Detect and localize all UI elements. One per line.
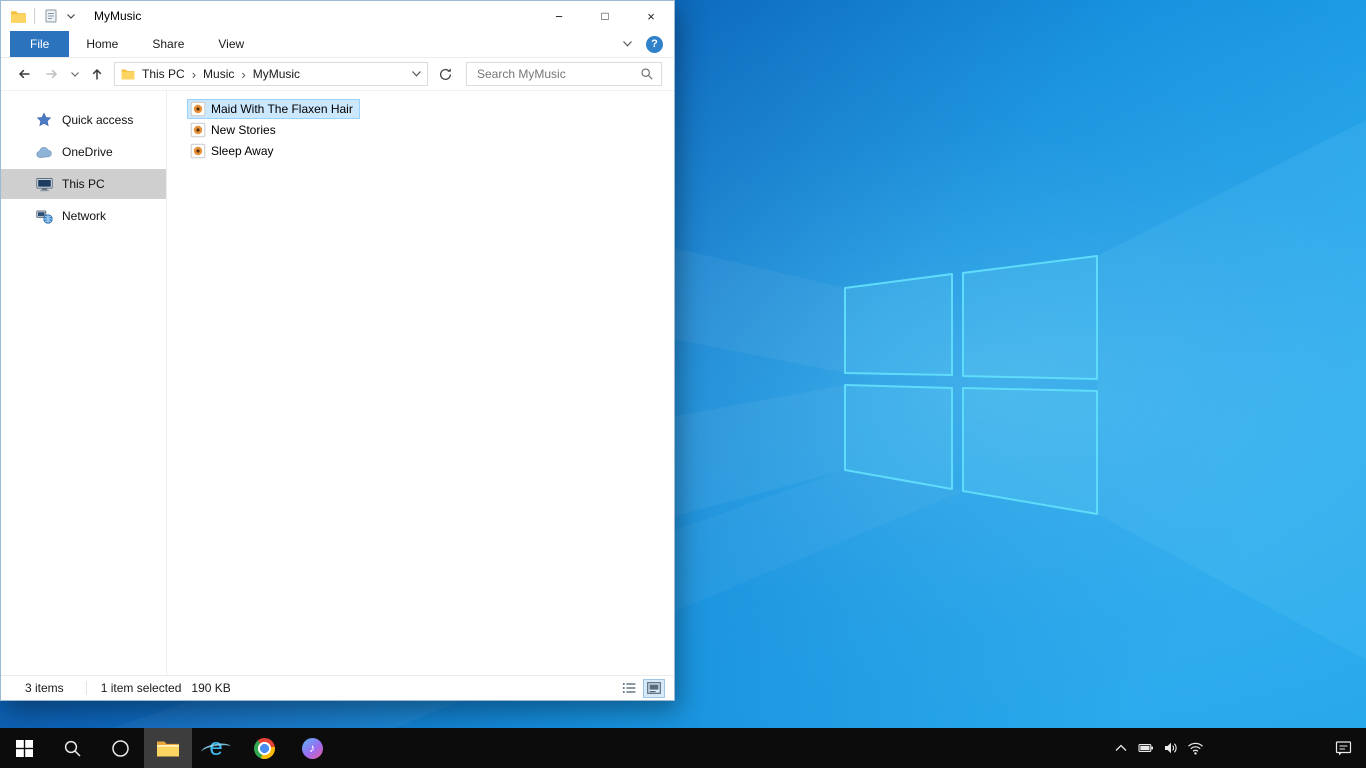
window-title: MyMusic: [94, 9, 142, 23]
internet-explorer-button[interactable]: e: [192, 728, 240, 768]
close-button[interactable]: ×: [628, 1, 674, 31]
file-item[interactable]: Sleep Away: [187, 141, 281, 161]
itunes-button[interactable]: ♪: [288, 728, 336, 768]
sidebar-item-network[interactable]: Network: [1, 201, 166, 231]
navigation-toolbar: This PC › Music › MyMusic: [1, 58, 674, 91]
breadcrumb-segment-mymusic[interactable]: MyMusic: [249, 67, 304, 81]
file-name: New Stories: [211, 123, 276, 137]
up-button[interactable]: [84, 61, 110, 87]
chrome-button[interactable]: [240, 728, 288, 768]
details-view-button[interactable]: [618, 679, 640, 698]
network-icon: [35, 207, 53, 225]
battery-icon[interactable]: [1133, 728, 1158, 768]
file-name: Sleep Away: [211, 144, 274, 158]
start-button[interactable]: [0, 728, 48, 768]
status-bar: 3 items 1 item selected 190 KB: [1, 675, 674, 700]
tray-spacer: [1208, 728, 1320, 768]
music-file-icon: [190, 122, 206, 138]
ribbon-right-controls: ?: [620, 31, 674, 57]
breadcrumb-separator: ›: [191, 66, 197, 82]
back-button[interactable]: [11, 61, 37, 87]
chrome-icon: [253, 737, 275, 759]
search-box: [466, 62, 662, 86]
computer-icon: [35, 175, 53, 193]
sidebar-item-label: Quick access: [62, 113, 134, 127]
minimize-button[interactable]: −: [536, 1, 582, 31]
breadcrumb-separator: ›: [241, 66, 246, 82]
address-dropdown-chevron-icon[interactable]: [407, 64, 425, 84]
status-item-count: 3 items: [25, 681, 64, 695]
recent-locations-chevron-icon[interactable]: [67, 61, 82, 87]
ribbon-expand-chevron-icon[interactable]: [620, 35, 634, 53]
file-explorer-taskbar-button[interactable]: [144, 728, 192, 768]
search-icon[interactable]: [640, 67, 654, 81]
window-body: Quick access OneDrive This PC Network Ma…: [1, 91, 674, 675]
status-selected-size: 190 KB: [191, 681, 231, 695]
system-tray: [1108, 728, 1366, 768]
breadcrumb-segment-this-pc[interactable]: This PC: [138, 67, 189, 81]
ie-icon: e: [204, 734, 228, 762]
address-folder-icon: [121, 68, 135, 80]
status-selected-count: 1 item selected: [85, 681, 181, 695]
breadcrumb-segment-music[interactable]: Music: [199, 67, 238, 81]
quick-access-customize-chevron-icon[interactable]: [64, 5, 78, 27]
ribbon-tab-home[interactable]: Home: [69, 31, 135, 57]
help-button[interactable]: ?: [646, 35, 663, 53]
quick-access-toolbar-button[interactable]: [42, 5, 60, 27]
file-item[interactable]: New Stories: [187, 120, 283, 140]
action-center-icon[interactable]: [1320, 728, 1366, 768]
ribbon-tab-view[interactable]: View: [201, 31, 261, 57]
sidebar-item-label: OneDrive: [62, 145, 113, 159]
music-file-icon: [190, 143, 206, 159]
file-item[interactable]: Maid With The Flaxen Hair: [187, 99, 360, 119]
music-file-icon: [190, 101, 206, 117]
file-list: Maid With The Flaxen Hair New Stories Sl…: [167, 91, 674, 675]
wifi-icon[interactable]: [1183, 728, 1208, 768]
file-name: Maid With The Flaxen Hair: [211, 102, 353, 116]
large-icons-view-button[interactable]: [643, 678, 665, 698]
tray-chevron-up-icon[interactable]: [1108, 728, 1133, 768]
window-folder-icon: [10, 9, 27, 24]
maximize-button[interactable]: □: [582, 1, 628, 31]
view-toggles: [618, 678, 674, 698]
taskbar: e ♪: [0, 728, 1366, 768]
cloud-icon: [35, 143, 53, 161]
star-icon: [35, 111, 53, 129]
refresh-button[interactable]: [432, 61, 458, 87]
sidebar-item-quick-access[interactable]: Quick access: [1, 105, 166, 135]
cortana-button[interactable]: [96, 728, 144, 768]
desktop: MyMusic − □ × File Home Share View ? Thi…: [0, 0, 1366, 768]
file-explorer-window: MyMusic − □ × File Home Share View ? Thi…: [0, 0, 675, 701]
ribbon-tab-bar: File Home Share View ?: [1, 31, 674, 58]
search-input[interactable]: [475, 66, 640, 82]
ribbon-tab-share[interactable]: Share: [135, 31, 201, 57]
navigation-pane: Quick access OneDrive This PC Network: [1, 91, 167, 675]
address-bar[interactable]: This PC › Music › MyMusic: [114, 62, 428, 86]
window-controls: − □ ×: [536, 1, 674, 31]
sidebar-item-label: Network: [62, 209, 107, 223]
sidebar-item-onedrive[interactable]: OneDrive: [1, 137, 166, 167]
titlebar: MyMusic − □ ×: [1, 1, 674, 31]
titlebar-separator: [34, 8, 35, 24]
itunes-icon: ♪: [301, 737, 323, 759]
search-taskbar-button[interactable]: [48, 728, 96, 768]
forward-button[interactable]: [39, 61, 65, 87]
volume-icon[interactable]: [1158, 728, 1183, 768]
sidebar-item-label: This PC: [62, 177, 105, 191]
sidebar-item-this-pc[interactable]: This PC: [1, 169, 166, 199]
ribbon-tab-file[interactable]: File: [10, 31, 70, 57]
